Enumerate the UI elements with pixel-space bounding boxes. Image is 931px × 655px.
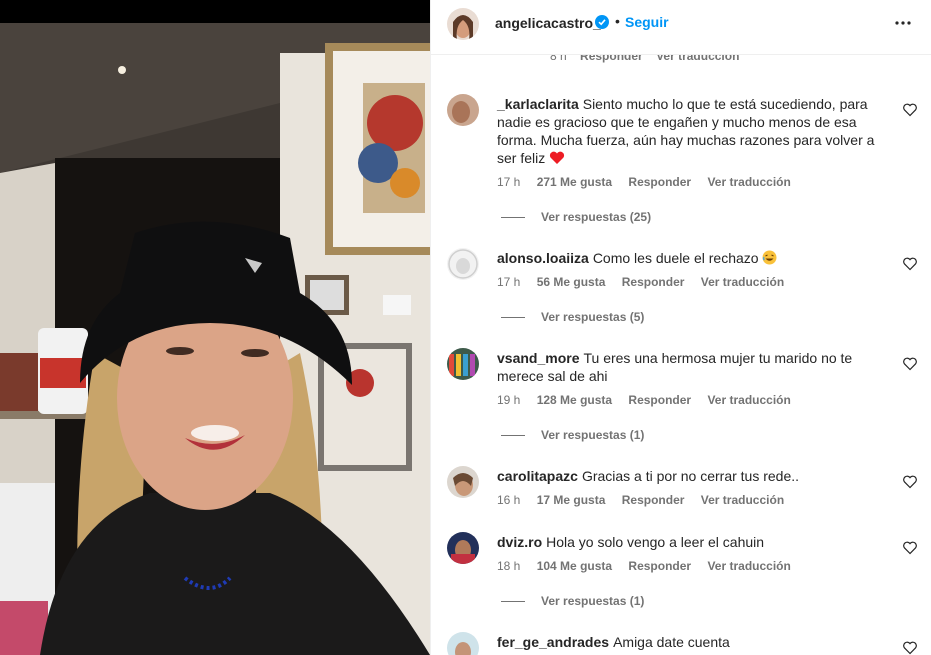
- reply-button[interactable]: Responder: [628, 175, 691, 189]
- comment-body: alonso.loaiiza Como les duele el rechazo: [497, 249, 897, 267]
- replies-line: [501, 217, 525, 219]
- heart-emoji-icon: [550, 151, 565, 164]
- laughing-emoji-icon: [762, 250, 777, 265]
- replies-line: [501, 601, 525, 603]
- commenter-username[interactable]: alonso.loaiiza: [497, 250, 589, 266]
- likes-count[interactable]: 17 Me gusta: [537, 493, 606, 507]
- comment-meta: 18 h 104 Me gusta Responder Ver traducci…: [497, 559, 804, 573]
- comment-body: carolitapazc Gracias a ti por no cerrar t…: [497, 467, 897, 485]
- comment-text: Hola yo solo vengo a leer el cahuin: [546, 534, 765, 550]
- comment-meta: 19 h 128 Me gusta Responder Ver traducci…: [497, 393, 804, 407]
- commenter-avatar-image: [447, 348, 479, 380]
- commenter-avatar-image: [447, 532, 479, 564]
- like-heart-icon[interactable]: [903, 475, 917, 489]
- view-replies-button[interactable]: Ver respuestas (1): [501, 594, 644, 608]
- replies-line: [501, 317, 525, 319]
- commenter-avatar-image: [447, 632, 479, 655]
- comments-panel: angelicacastro_ • Seguir 8 h Responder V…: [430, 0, 931, 655]
- commenter-avatar[interactable]: [447, 532, 479, 564]
- likes-count[interactable]: 56 Me gusta: [537, 275, 606, 289]
- commenter-avatar[interactable]: [447, 348, 479, 380]
- comment-body: _karlaclarita Siento mucho lo que te está…: [497, 95, 897, 167]
- more-options-icon[interactable]: [894, 14, 912, 32]
- comment-body: dviz.ro Hola yo solo vengo a leer el cahu…: [497, 533, 897, 551]
- media-top-bar: [0, 0, 430, 23]
- translate-button[interactable]: Ver traducción: [701, 493, 784, 507]
- comment-body: fer_ge_andrades Amiga date cuenta: [497, 633, 897, 651]
- view-replies-button[interactable]: Ver respuestas (5): [501, 310, 644, 324]
- commenter-avatar[interactable]: [447, 94, 479, 126]
- likes-count[interactable]: 128 Me gusta: [537, 393, 612, 407]
- video-frame-image: [0, 23, 430, 655]
- translate-button[interactable]: Ver traducción: [707, 393, 790, 407]
- comment-time: 18 h: [497, 559, 521, 573]
- comment-time: 19 h: [497, 393, 521, 407]
- comment-text: Gracias a ti por no cerrar tus rede..: [581, 468, 800, 484]
- translate-button[interactable]: Ver traducción: [701, 275, 784, 289]
- follow-button[interactable]: Seguir: [625, 14, 669, 30]
- commenter-username[interactable]: vsand_more: [497, 350, 579, 366]
- like-heart-icon[interactable]: [903, 641, 917, 655]
- comment-text: Como les duele el rechazo: [592, 250, 759, 266]
- author-avatar-image: [447, 8, 479, 40]
- comment-time: 17 h: [497, 275, 521, 289]
- reply-button[interactable]: Responder: [622, 275, 685, 289]
- commenter-avatar-image: [447, 466, 479, 498]
- author-avatar[interactable]: [447, 8, 479, 40]
- commenter-avatar-image: [447, 248, 479, 280]
- comment-meta: 16 h 17 Me gusta Responder Ver traducció…: [497, 493, 797, 507]
- view-replies-button[interactable]: Ver respuestas (1): [501, 428, 644, 442]
- comment-meta: 17 h 271 Me gusta Responder Ver traducci…: [497, 175, 804, 189]
- like-heart-icon[interactable]: [903, 541, 917, 555]
- reply-button[interactable]: Responder: [628, 559, 691, 573]
- post-header: angelicacastro_ • Seguir: [431, 0, 931, 55]
- author-username[interactable]: angelicacastro_: [495, 15, 601, 31]
- commenter-avatar[interactable]: [447, 466, 479, 498]
- like-heart-icon[interactable]: [903, 357, 917, 371]
- view-replies-label: Ver respuestas (1): [541, 594, 645, 608]
- replies-line: [501, 435, 525, 437]
- like-heart-icon[interactable]: [903, 257, 917, 271]
- comment-meta: 17 h 56 Me gusta Responder Ver traducció…: [497, 275, 797, 289]
- commenter-avatar[interactable]: [447, 248, 479, 280]
- view-replies-label: Ver respuestas (5): [541, 310, 645, 324]
- separator-dot: •: [615, 13, 620, 29]
- comment-text: Amiga date cuenta: [613, 634, 730, 650]
- commenter-username[interactable]: fer_ge_andrades: [497, 634, 609, 650]
- comment-time: 16 h: [497, 493, 521, 507]
- like-heart-icon[interactable]: [903, 103, 917, 117]
- translate-button[interactable]: Ver traducción: [707, 175, 790, 189]
- view-replies-label: Ver respuestas (1): [541, 428, 645, 442]
- comment-body: vsand_more Tu eres una hermosa mujer tu m…: [497, 349, 897, 385]
- commenter-username[interactable]: dviz.ro: [497, 534, 542, 550]
- comment-time: 17 h: [497, 175, 521, 189]
- commenter-avatar[interactable]: [447, 632, 479, 655]
- commenter-username[interactable]: _karlaclarita: [497, 96, 579, 112]
- reply-button[interactable]: Responder: [628, 393, 691, 407]
- post-media[interactable]: [0, 0, 430, 655]
- view-replies-button[interactable]: Ver respuestas (25): [501, 210, 651, 224]
- reply-button[interactable]: Responder: [622, 493, 685, 507]
- likes-count[interactable]: 104 Me gusta: [537, 559, 612, 573]
- commenter-username[interactable]: carolitapazc: [497, 468, 578, 484]
- view-replies-label: Ver respuestas (25): [541, 210, 652, 224]
- translate-button[interactable]: Ver traducción: [707, 559, 790, 573]
- verified-badge-icon: [595, 15, 609, 29]
- commenter-avatar-image: [447, 94, 479, 126]
- likes-count[interactable]: 271 Me gusta: [537, 175, 612, 189]
